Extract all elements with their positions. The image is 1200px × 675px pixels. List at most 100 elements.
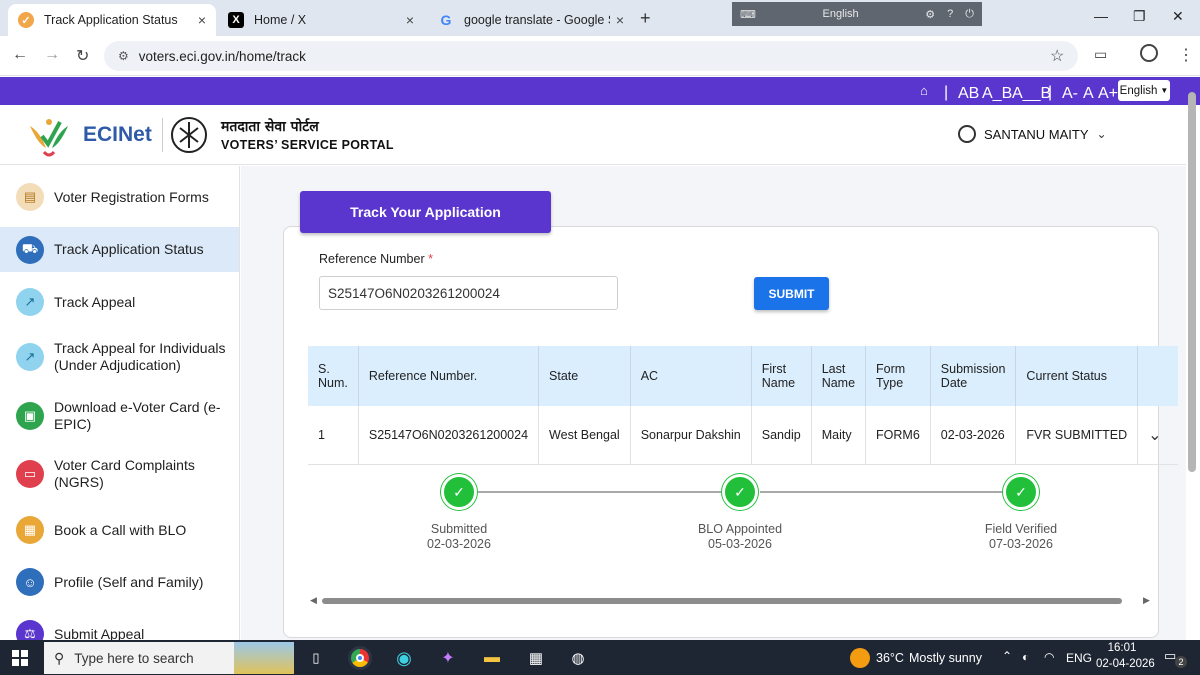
step-submitted: Submitted 02-03-2026 [379,522,539,552]
spacing-large-button[interactable]: A__B [1012,85,1051,103]
cell-first-name: Sandip [750,406,812,465]
sidebar-item-submit-appeal[interactable]: ⚖ Submit Appeal [0,613,239,641]
user-menu[interactable]: SANTANU MAITY ⌄ [958,125,1107,143]
font-decrease-button[interactable]: A- [1062,85,1078,103]
forward-icon[interactable]: → [44,46,60,64]
table-header-row: S. Num. Reference Number. State AC First… [308,346,1178,406]
expand-row-chevron-icon[interactable]: ⌄ [1137,406,1178,465]
clock-time[interactable]: 16:01 [1097,642,1147,654]
edge-icon[interactable]: ◉ [392,646,416,670]
submit-button[interactable]: SUBMIT [754,277,829,310]
track-your-application-tab[interactable]: Track Your Application [300,191,551,233]
sidebar-item-profile[interactable]: ☺ Profile (Self and Family) [0,561,239,603]
user-name: SANTANU MAITY [984,126,1089,142]
step-date: 02-03-2026 [427,537,491,551]
language-select[interactable]: English ▼ [1118,80,1170,101]
cell-submission-date: 02-03-2026 [929,406,1016,465]
step-date: 05-03-2026 [708,537,772,551]
tab-home-x[interactable]: X Home / X × [218,4,424,36]
horizontal-scrollbar[interactable] [322,598,1122,604]
sidebar-item-track-appeal-individuals[interactable]: ↗ Track Appeal for Individuals (Under Ad… [0,333,239,381]
font-normal-button[interactable]: A [1083,85,1094,103]
sidebar-item-voter-registration[interactable]: ▤ Voter Registration Forms [0,176,239,218]
sidebar-item-track-appeal[interactable]: ↗ Track Appeal [0,281,239,323]
sidebar-item-complaints[interactable]: ▭ Voter Card Complaints (NGRS) [0,450,239,498]
ecinet-logo-icon [30,119,68,157]
close-tab-icon[interactable]: × [406,12,414,28]
scroll-right-icon[interactable]: ▶ [1143,595,1150,606]
profile-icon[interactable] [1140,44,1158,62]
tab-track-application[interactable]: ✓ Track Application Status × [8,4,216,36]
sidebar-item-label: Download e-Voter Card (e-EPIC) [54,399,221,432]
chrome-icon[interactable] [348,646,372,670]
reading-mode-icon[interactable]: ▭ [1094,46,1107,63]
timeline-connector [760,491,1005,493]
table-row: 1 S25147O6N0203261200024 West Bengal Son… [308,406,1178,465]
network-icon[interactable]: ◠ [1044,650,1054,664]
col-ac: AC [629,346,752,406]
reference-number-input[interactable]: S25147O6N0203261200024 [319,276,618,310]
restore-icon[interactable]: ❐ [1133,8,1146,25]
sidebar-item-track-application[interactable]: ⛟ Track Application Status [0,227,239,272]
url-bar[interactable]: ⚙ voters.eci.gov.in/home/track [104,41,1078,71]
reference-number-label: Reference Number * [319,252,433,266]
minimize-icon[interactable]: — [1094,8,1108,24]
col-snum: S. Num. [308,346,359,406]
search-highlight-image [234,642,294,674]
close-tab-icon[interactable]: × [616,12,624,28]
windows-start-icon[interactable] [12,650,28,666]
col-reference: Reference Number. [357,346,539,406]
sidebar-item-download-epic[interactable]: ▣ Download e-Voter Card (e-EPIC) [0,392,239,440]
cell-current-status: FVR SUBMITTED [1015,406,1138,465]
sidebar-item-label: Submit Appeal [54,625,145,641]
col-state: State [538,346,631,406]
power-icon: ⏻ [965,7,974,20]
tab-google-translate[interactable]: G google translate - Google Searc × [428,4,634,36]
required-marker: * [428,252,433,266]
spacing-normal-button[interactable]: AB [958,85,979,103]
step-blo-appointed: BLO Appointed 05-03-2026 [660,522,820,552]
user-avatar-icon [958,125,976,143]
taskbar-search[interactable]: ⚲ Type here to search [44,642,294,674]
scroll-left-icon[interactable]: ◀ [310,595,317,606]
sidebar-item-book-call[interactable]: ▦ Book a Call with BLO [0,509,239,551]
close-window-icon[interactable]: ✕ [1172,8,1184,25]
input-language[interactable]: ENG [1066,651,1092,665]
url-text: voters.eci.gov.in/home/track [138,48,306,64]
sidebar-item-label: Track Appeal [54,293,136,310]
vertical-scrollbar[interactable] [1188,92,1196,472]
task-view-icon[interactable]: ▯ [304,646,328,670]
language-bar[interactable]: ⌨ English ⚙ ? ⏻ [732,2,982,26]
font-increase-button[interactable]: A+ [1098,85,1118,103]
store-icon[interactable]: ▦ [524,646,548,670]
chevron-up-icon[interactable]: ⌃ [1002,649,1012,663]
back-icon[interactable]: ← [12,46,28,64]
home-icon[interactable]: ⌂ [920,83,928,98]
file-explorer-icon[interactable]: ▬ [480,646,504,670]
clock-date[interactable]: 02-04-2026 [1096,658,1155,670]
language-select-value: English [1119,84,1158,97]
step-check-icon: ✓ [441,474,477,510]
close-tab-icon[interactable]: × [198,12,206,28]
ecinet-brand: ECINet [83,123,152,146]
portal-hindi-title: मतदाता सेवा पोर्टल [221,119,319,135]
step-field-verified: Field Verified 07-03-2026 [941,522,1101,552]
sidebar-item-label: Track Appeal for Individuals (Under Adju… [54,340,226,373]
eci-favicon-icon: ✓ [18,12,34,28]
cell-last-name: Maity [810,406,866,465]
site-info-icon[interactable]: ⚙ [118,49,129,63]
whatsapp-icon[interactable]: ◍ [566,646,590,670]
menu-dots-icon[interactable]: ⋮ [1178,45,1194,65]
microphone-icon[interactable]: ◐ [1022,650,1029,664]
bookmark-star-icon[interactable]: ☆ [1050,46,1064,66]
new-tab-button[interactable]: + [640,8,651,29]
keyboard-icon: ⌨ [740,8,756,21]
reload-icon[interactable]: ↻ [76,46,89,66]
spacing-medium-button[interactable]: A_B [982,85,1012,103]
copilot-icon[interactable]: ✦ [436,646,460,670]
portal-title: VOTERS’ SERVICE PORTAL [221,138,394,152]
step-label: BLO Appointed [697,522,783,536]
step-label: Field Verified [984,522,1058,536]
family-icon: ☺ [16,568,44,596]
col-submission-date: Submission Date [929,346,1016,406]
